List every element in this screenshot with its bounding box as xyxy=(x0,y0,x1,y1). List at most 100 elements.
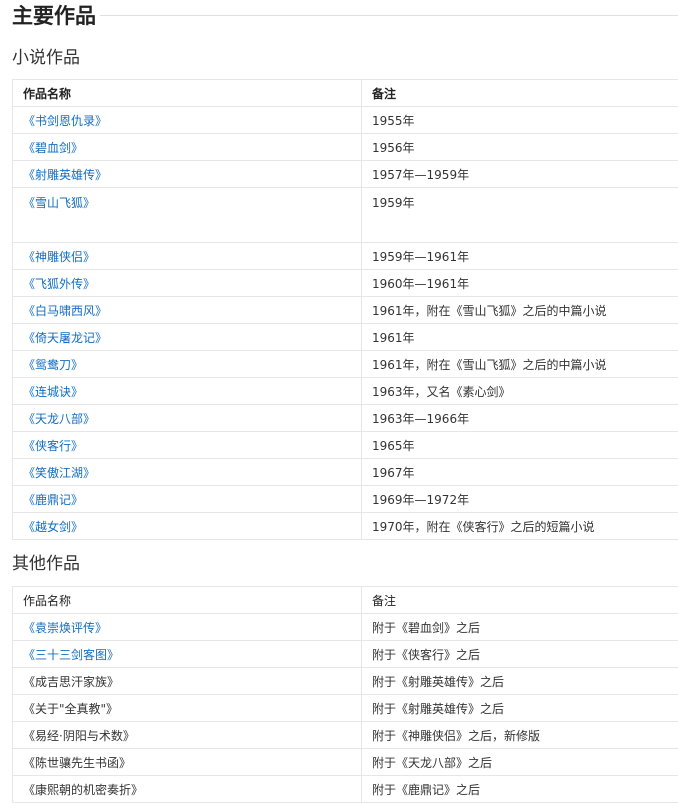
work-note-cell: 附于《碧血剑》之后 xyxy=(362,614,678,641)
work-name-cell: 《袁崇焕评传》 xyxy=(13,614,362,641)
title-divider xyxy=(100,15,678,16)
table-row: 《鸳鸯刀》1961年，附在《雪山飞狐》之后的中篇小说 xyxy=(13,351,678,378)
work-name-cell: 《成吉思汗家族》 xyxy=(13,668,362,695)
work-name-cell: 《康熙朝的机密奏折》 xyxy=(13,776,362,803)
work-note-cell: 1961年 xyxy=(362,324,678,351)
work-title: 《陈世骧先生书函》 xyxy=(23,756,131,770)
work-title-link[interactable]: 《白马啸西风》 xyxy=(23,304,107,318)
table-row: 《易经·阴阳与术数》 附于《神雕侠侣》之后，新修版 xyxy=(13,722,678,749)
work-name-cell: 《笑傲江湖》 xyxy=(13,459,362,486)
work-note-cell: 附于《鹿鼎记》之后 xyxy=(362,776,678,803)
work-name-cell: 《倚天屠龙记》 xyxy=(13,324,362,351)
work-note-cell: 1963年—1966年 xyxy=(362,405,678,432)
table-row: 《康熙朝的机密奏折》 附于《鹿鼎记》之后 xyxy=(13,776,678,803)
work-name-cell: 《神雕侠侣》 xyxy=(13,243,362,270)
work-name-cell: 《书剑恩仇录》 xyxy=(13,107,362,134)
work-title-link[interactable]: 《书剑恩仇录》 xyxy=(23,114,107,128)
work-note-cell: 附于《射雕英雄传》之后 xyxy=(362,668,678,695)
work-title-link[interactable]: 《飞狐外传》 xyxy=(23,277,95,291)
work-name-cell: 《连城诀》 xyxy=(13,378,362,405)
work-title-link[interactable]: 《侠客行》 xyxy=(23,439,83,453)
work-title-link[interactable]: 《天龙八部》 xyxy=(23,412,95,426)
table-row: 《倚天屠龙记》 1961年 xyxy=(13,324,678,351)
other-works-table-body: 《袁崇焕评传》 附于《碧血剑》之后《三十三剑客图》 附于《侠客行》之后《成吉思汗家族… xyxy=(13,614,678,803)
work-note-cell: 1961年，附在《雪山飞狐》之后的中篇小说 xyxy=(362,297,678,324)
column-header-name: 作品名称 xyxy=(13,80,362,107)
work-note-cell: 1970年，附在《侠客行》之后的短篇小说 xyxy=(362,513,678,540)
work-name-cell: 《鸳鸯刀》 xyxy=(13,351,362,378)
novels-heading: 小说作品 xyxy=(12,46,80,70)
work-name-cell: 《鹿鼎记》 xyxy=(13,486,362,513)
table-row: 《雪山飞狐》 1959年 xyxy=(13,188,678,243)
work-title-link[interactable]: 《三十三剑客图》 xyxy=(23,648,119,662)
work-name-cell: 《越女剑》 xyxy=(13,513,362,540)
table-row: 《越女剑》 1970年，附在《侠客行》之后的短篇小说 xyxy=(13,513,678,540)
table-row: 《飞狐外传》 1960年—1961年 xyxy=(13,270,678,297)
table-row: 《袁崇焕评传》 附于《碧血剑》之后 xyxy=(13,614,678,641)
work-title: 《成吉思汗家族》 xyxy=(23,675,119,689)
work-note-cell: 1957年—1959年 xyxy=(362,161,678,188)
other-works-table: 作品名称 备注 《袁崇焕评传》 附于《碧血剑》之后《三十三剑客图》 附于《侠客行》之… xyxy=(12,586,678,803)
work-name-cell: 《雪山飞狐》 xyxy=(13,188,362,243)
work-note-cell: 附于《侠客行》之后 xyxy=(362,641,678,668)
column-header-note: 备注 xyxy=(362,587,678,614)
work-title: 《关于"全真教"》 xyxy=(23,702,118,716)
table-header-row: 作品名称 备注 xyxy=(13,587,678,614)
work-title-link[interactable]: 《倚天屠龙记》 xyxy=(23,331,107,345)
work-note-cell: 1959年—1961年 xyxy=(362,243,678,270)
work-title-link[interactable]: 《越女剑》 xyxy=(23,520,83,534)
work-name-cell: 《侠客行》 xyxy=(13,432,362,459)
work-title-link[interactable]: 《笑傲江湖》 xyxy=(23,466,95,480)
work-note-cell: 1955年 xyxy=(362,107,678,134)
table-row: 《笑傲江湖》 1967年 xyxy=(13,459,678,486)
work-title-link[interactable]: 《碧血剑》 xyxy=(23,141,83,155)
table-row: 《陈世骧先生书函》 附于《天龙八部》之后 xyxy=(13,749,678,776)
table-header-row: 作品名称 备注 xyxy=(13,80,678,107)
work-note-cell: 附于《射雕英雄传》之后 xyxy=(362,695,678,722)
table-row: 《鹿鼎记》 1969年—1972年 xyxy=(13,486,678,513)
table-row: 《神雕侠侣》 1959年—1961年 xyxy=(13,243,678,270)
work-name-cell: 《飞狐外传》 xyxy=(13,270,362,297)
work-note-cell: 1960年—1961年 xyxy=(362,270,678,297)
work-title-link[interactable]: 《神雕侠侣》 xyxy=(23,250,95,264)
work-title-link[interactable]: 《鸳鸯刀》 xyxy=(23,358,83,372)
table-row: 《天龙八部》 1963年—1966年 xyxy=(13,405,678,432)
work-title-link[interactable]: 《鹿鼎记》 xyxy=(23,493,83,507)
work-name-cell: 《射雕英雄传》 xyxy=(13,161,362,188)
table-row: 《关于"全真教"》 附于《射雕英雄传》之后 xyxy=(13,695,678,722)
table-row: 《射雕英雄传》 1957年—1959年 xyxy=(13,161,678,188)
work-title-link[interactable]: 《袁崇焕评传》 xyxy=(23,621,107,635)
table-row: 《三十三剑客图》 附于《侠客行》之后 xyxy=(13,641,678,668)
table-row: 《连城诀》 1963年，又名《素心剑》 xyxy=(13,378,678,405)
column-header-name: 作品名称 xyxy=(13,587,362,614)
work-title-link[interactable]: 《雪山飞狐》 xyxy=(23,196,95,210)
page: 主要作品 小说作品 作品名称 备注 《书剑恩仇录》 1955年《碧血剑》 1956年… xyxy=(0,0,678,802)
table-row: 《白马啸西风》 1961年，附在《雪山飞狐》之后的中篇小说 xyxy=(13,297,678,324)
table-row: 《侠客行》 1965年 xyxy=(13,432,678,459)
table-row: 《碧血剑》 1956年 xyxy=(13,134,678,161)
work-title: 《易经·阴阳与术数》 xyxy=(23,729,135,743)
work-note-cell: 附于《天龙八部》之后 xyxy=(362,749,678,776)
work-note-cell: 1959年 xyxy=(362,188,678,243)
work-note-cell: 附于《神雕侠侣》之后，新修版 xyxy=(362,722,678,749)
work-note-cell: 1965年 xyxy=(362,432,678,459)
work-note-cell: 1963年，又名《素心剑》 xyxy=(362,378,678,405)
work-title: 《康熙朝的机密奏折》 xyxy=(23,783,143,797)
work-title-link[interactable]: 《射雕英雄传》 xyxy=(23,168,107,182)
work-name-cell: 《关于"全真教"》 xyxy=(13,695,362,722)
table-row: 《书剑恩仇录》 1955年 xyxy=(13,107,678,134)
work-name-cell: 《白马啸西风》 xyxy=(13,297,362,324)
novels-table: 作品名称 备注 《书剑恩仇录》 1955年《碧血剑》 1956年《射雕英雄传》 195… xyxy=(12,79,678,540)
column-header-note: 备注 xyxy=(362,80,678,107)
work-note-cell: 1956年 xyxy=(362,134,678,161)
work-name-cell: 《天龙八部》 xyxy=(13,405,362,432)
work-name-cell: 《易经·阴阳与术数》 xyxy=(13,722,362,749)
work-note-cell: 1969年—1972年 xyxy=(362,486,678,513)
work-name-cell: 《碧血剑》 xyxy=(13,134,362,161)
other-works-heading: 其他作品 xyxy=(12,552,80,576)
novels-table-body: 《书剑恩仇录》 1955年《碧血剑》 1956年《射雕英雄传》 1957年—1959年… xyxy=(13,107,678,540)
work-name-cell: 《陈世骧先生书函》 xyxy=(13,749,362,776)
work-title-link[interactable]: 《连城诀》 xyxy=(23,385,83,399)
work-note-cell: 1967年 xyxy=(362,459,678,486)
page-title: 主要作品 xyxy=(12,2,96,30)
